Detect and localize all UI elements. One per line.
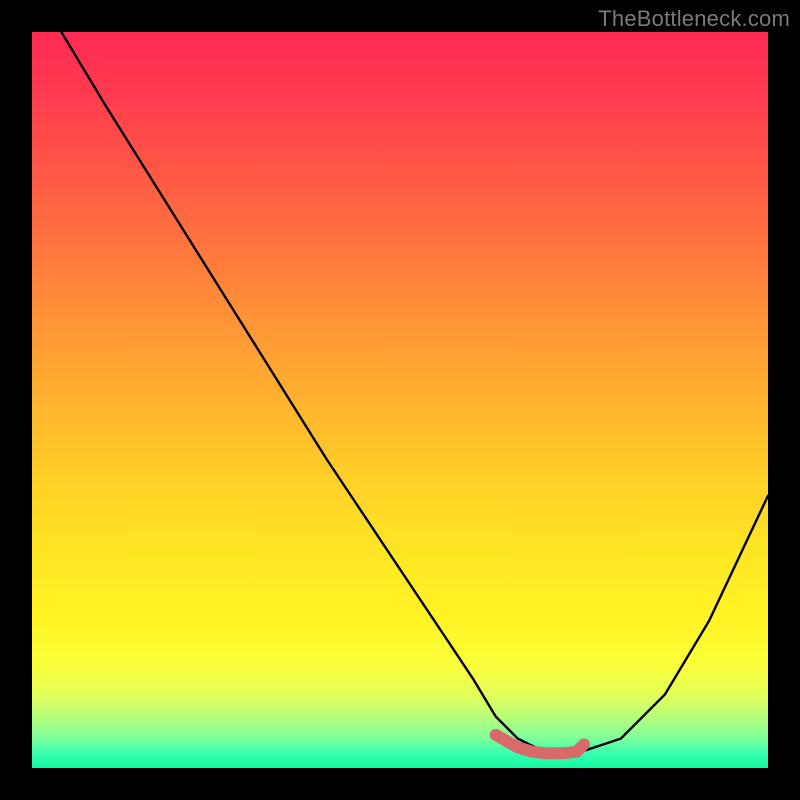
plot-area	[32, 32, 768, 768]
curve-layer	[32, 32, 768, 768]
watermark-text: TheBottleneck.com	[598, 6, 790, 32]
bottleneck-curve	[61, 32, 768, 753]
chart-frame: TheBottleneck.com	[0, 0, 800, 800]
optimal-range-marker	[496, 735, 584, 753]
